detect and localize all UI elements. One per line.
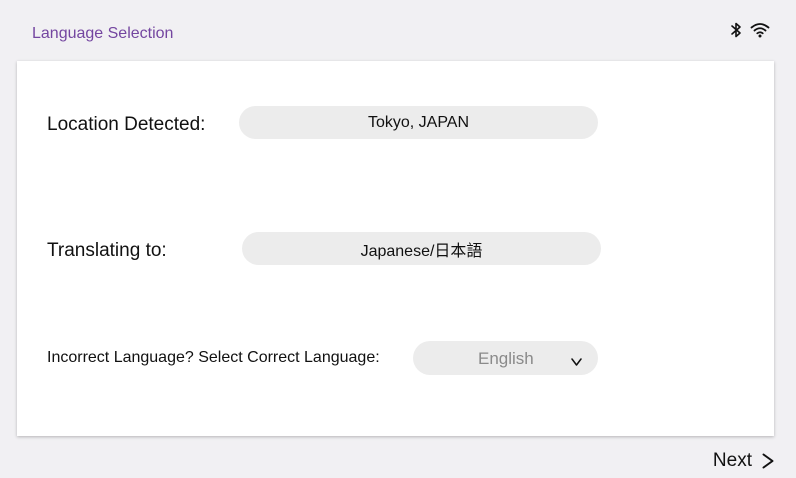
language-select-value: English: [478, 349, 534, 368]
chevron-right-icon: [762, 453, 774, 469]
wifi-icon: [750, 22, 770, 38]
bluetooth-icon: [730, 22, 742, 38]
next-button[interactable]: Next: [713, 450, 774, 472]
translating-label: Translating to:: [47, 240, 167, 261]
page-title: Language Selection: [32, 25, 174, 42]
chevron-down-icon: [571, 353, 582, 371]
translating-value: Japanese/日本語: [360, 242, 483, 260]
language-card: Location Detected: Tokyo, JAPAN Translat…: [17, 61, 774, 436]
location-value: Tokyo, JAPAN: [367, 113, 470, 131]
location-value-field: Tokyo, JAPAN: [239, 106, 598, 139]
translating-value-field: Japanese/日本語: [242, 232, 601, 265]
status-bar: [730, 22, 770, 38]
location-label: Location Detected:: [47, 114, 206, 135]
language-select[interactable]: English: [413, 341, 598, 375]
next-label: Next: [712, 450, 752, 471]
correct-language-label: Incorrect Language? Select Correct Langu…: [47, 349, 380, 366]
